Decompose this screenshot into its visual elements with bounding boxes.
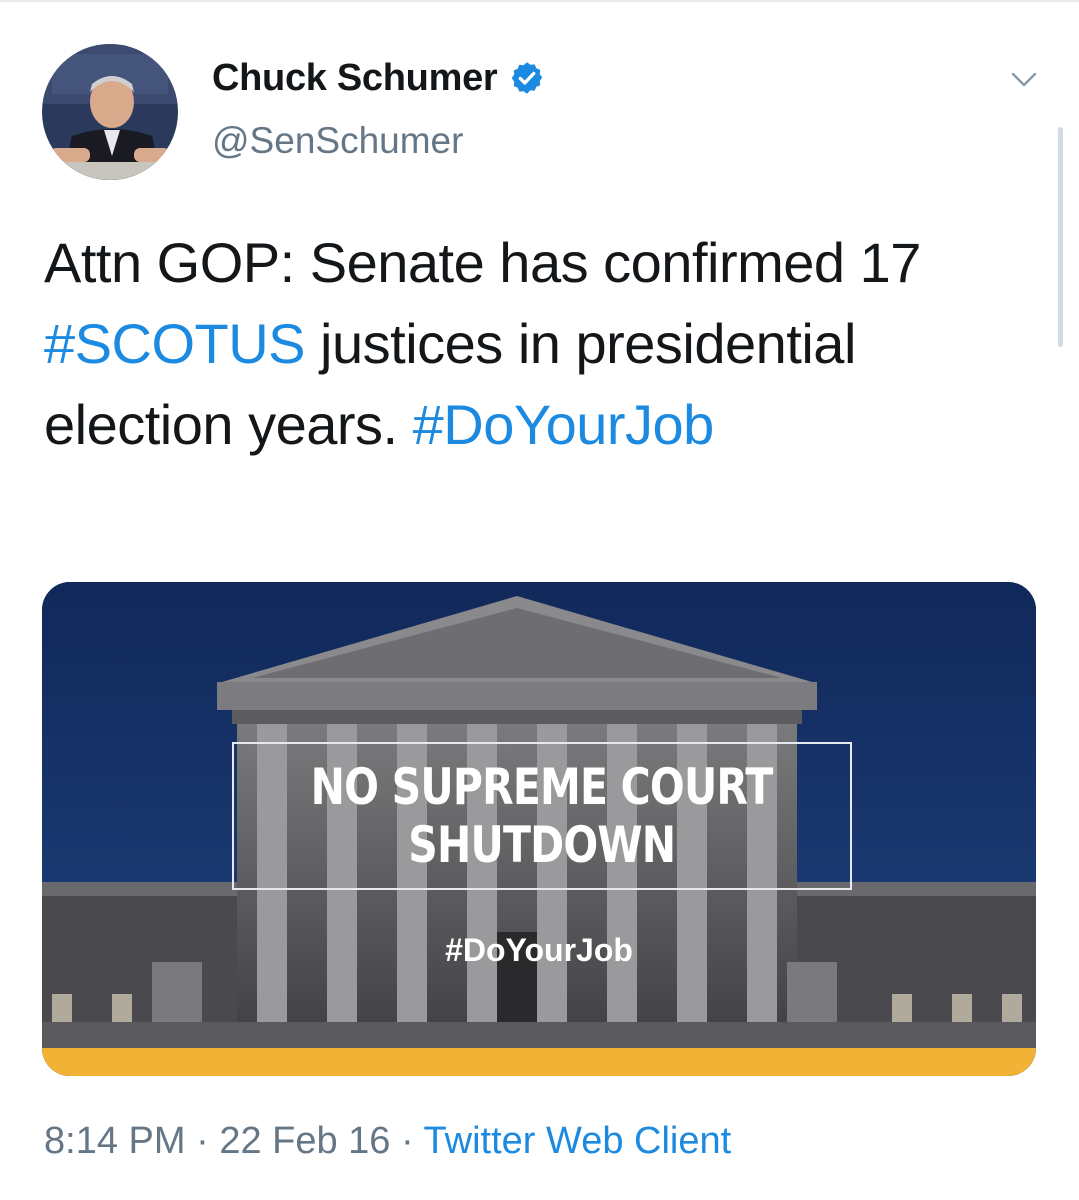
author-name-row[interactable]: Chuck Schumer xyxy=(212,54,545,102)
tweet-card: Chuck Schumer @SenSchumer Attn GOP: Sena… xyxy=(0,0,1079,1200)
verified-badge-icon xyxy=(509,60,545,96)
author-handle[interactable]: @SenSchumer xyxy=(212,120,463,162)
author-name[interactable]: Chuck Schumer xyxy=(212,57,498,100)
hashtag-scotus-link[interactable]: #SCOTUS xyxy=(44,312,306,375)
hashtag-doyourjob-link[interactable]: #DoYourJob xyxy=(413,393,715,456)
media-headline-box: NO SUPREME COURT SHUTDOWN xyxy=(232,742,852,890)
tweet-media-image[interactable]: NO SUPREME COURT SHUTDOWN #DoYourJob xyxy=(42,582,1036,1076)
avatar-photo xyxy=(42,44,178,180)
tweet-time[interactable]: 8:14 PM xyxy=(44,1120,186,1162)
media-headline-line-2: SHUTDOWN xyxy=(408,816,677,874)
scrollbar-thumb[interactable] xyxy=(1058,127,1063,347)
footer-separator-2: · xyxy=(401,1120,414,1162)
tweet-date[interactable]: 22 Feb 16 xyxy=(219,1120,390,1162)
footer-separator: · xyxy=(196,1120,209,1162)
tweet-footer: 8:14 PM · 22 Feb 16 · Twitter Web Client xyxy=(44,1120,731,1163)
media-hashtag: #DoYourJob xyxy=(445,932,633,968)
tweet-menu-button[interactable] xyxy=(1004,60,1044,100)
avatar[interactable] xyxy=(42,44,178,180)
media-headline-line-1: NO SUPREME COURT xyxy=(311,758,774,816)
chevron-down-icon xyxy=(1011,72,1037,87)
tweet-source-link[interactable]: Twitter Web Client xyxy=(424,1120,732,1162)
tweet-text-prefix: Attn GOP: Senate has confirmed 17 xyxy=(44,231,921,294)
tweet-text: Attn GOP: Senate has confirmed 17 #SCOTU… xyxy=(44,222,1034,465)
